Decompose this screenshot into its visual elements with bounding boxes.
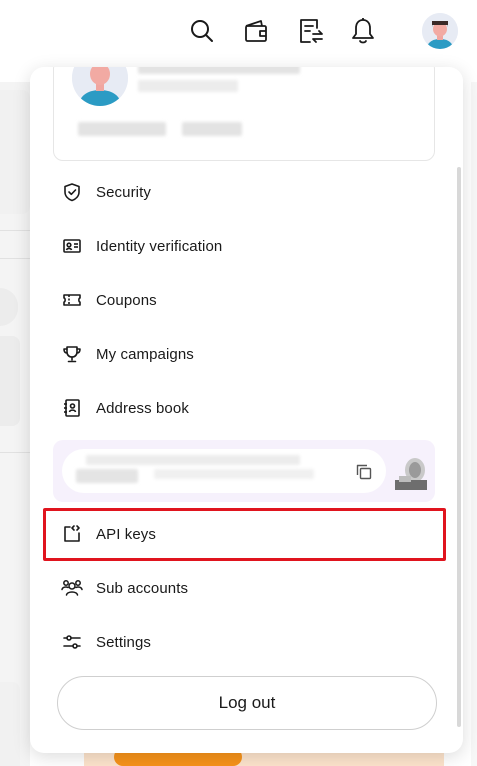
api-code-icon (61, 523, 83, 545)
account-dropdown-menu: Security Identity verification Coupons M… (30, 67, 463, 753)
menu-item-label: Sub accounts (96, 579, 189, 597)
menu-item-settings[interactable]: Settings (52, 620, 442, 664)
dropdown-scrollbar[interactable] (457, 167, 461, 727)
masked-user-info (138, 80, 238, 92)
sliders-icon (61, 631, 83, 653)
menu-item-label: Identity verification (96, 237, 223, 255)
background-divider (0, 452, 30, 453)
orders-icon[interactable] (297, 14, 325, 48)
uid-qr-thumbnail[interactable] (395, 452, 427, 490)
menu-item-label: Coupons (96, 291, 157, 309)
id-card-icon (61, 235, 83, 257)
menu-item-my-campaigns[interactable]: My campaigns (52, 332, 442, 376)
background-divider (0, 258, 30, 259)
logout-button[interactable]: Log out (57, 676, 437, 730)
trophy-icon (61, 343, 83, 365)
profile-card (53, 67, 435, 161)
ticket-icon (61, 289, 83, 311)
background-divider (0, 230, 30, 231)
search-icon[interactable] (188, 14, 216, 48)
masked-username (138, 67, 300, 74)
masked-user-level (182, 122, 242, 136)
wallet-icon[interactable] (242, 14, 270, 48)
copy-icon[interactable] (354, 462, 374, 482)
menu-item-label: API keys (96, 525, 156, 543)
background-card (0, 682, 20, 766)
menu-item-sub-accounts[interactable]: Sub accounts (52, 566, 442, 610)
masked-uid-value (76, 469, 138, 483)
masked-user-id (78, 122, 166, 136)
menu-item-label: Address book (96, 399, 189, 417)
background-card (0, 90, 30, 214)
menu-item-coupons[interactable]: Coupons (52, 278, 442, 322)
menu-item-api-keys[interactable]: API keys (52, 512, 442, 556)
menu-item-identity-verification[interactable]: Identity verification (52, 224, 442, 268)
uid-panel (53, 440, 435, 502)
masked-uid-detail (154, 469, 314, 479)
menu-item-label: Security (96, 183, 151, 201)
uid-field (62, 449, 386, 493)
top-header (0, 0, 477, 62)
menu-item-security[interactable]: Security (52, 170, 442, 214)
background-edge (471, 82, 477, 766)
users-icon (61, 577, 83, 599)
masked-uid-label (86, 455, 300, 465)
shield-icon (61, 181, 83, 203)
menu-item-address-book[interactable]: Address book (52, 386, 442, 430)
menu-item-label: My campaigns (96, 345, 194, 363)
menu-item-label: Settings (96, 633, 151, 651)
address-book-icon (61, 397, 83, 419)
profile-avatar (72, 67, 128, 106)
avatar[interactable] (422, 13, 458, 49)
background-card (0, 336, 20, 426)
bell-icon[interactable] (349, 14, 377, 48)
